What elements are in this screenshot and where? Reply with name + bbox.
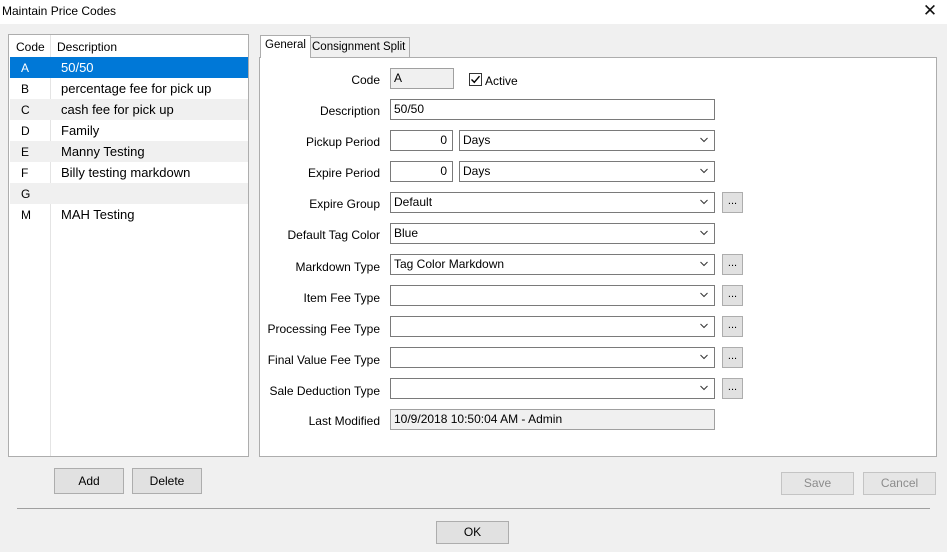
last-modified-label: Last Modified	[308, 414, 380, 428]
list-item-description: Manny Testing	[61, 144, 145, 159]
description-field[interactable]: 50/50	[390, 99, 715, 120]
expire-period-field[interactable]: 0	[390, 161, 453, 182]
checkmark-icon	[471, 75, 481, 84]
list-item-description: percentage fee for pick up	[61, 81, 212, 96]
close-button[interactable]: ✕	[913, 0, 947, 24]
active-label: Active	[485, 74, 518, 88]
pickup-period-unit-value: Days	[463, 133, 491, 147]
list-item[interactable]: E Manny Testing	[10, 141, 248, 162]
chevron-down-icon	[700, 199, 708, 205]
code-field: A	[390, 68, 454, 89]
list-item[interactable]: A 50/50	[10, 57, 248, 78]
list-item-code: M	[21, 208, 31, 222]
title-bar: Maintain Price Codes ✕	[0, 0, 947, 24]
final-value-fee-type-label: Final Value Fee Type	[267, 353, 380, 367]
expire-group-label: Expire Group	[309, 197, 380, 211]
default-tag-color-value: Blue	[394, 226, 419, 240]
default-tag-color-label: Default Tag Color	[287, 228, 381, 242]
list-item-description: Family	[61, 123, 100, 138]
tab-general[interactable]: General	[260, 35, 311, 58]
chevron-down-icon	[700, 261, 708, 267]
column-header-code[interactable]: Code	[16, 40, 45, 54]
last-modified-field: 10/9/2018 10:50:04 AM - Admin	[390, 409, 715, 430]
delete-button[interactable]: Delete	[132, 468, 202, 494]
chevron-down-icon	[700, 137, 708, 143]
chevron-down-icon	[700, 168, 708, 174]
final-value-fee-type-select[interactable]	[390, 347, 715, 368]
list-item[interactable]: C cash fee for pick up	[10, 99, 248, 120]
list-item[interactable]: B percentage fee for pick up	[10, 78, 248, 99]
list-item-code: D	[21, 124, 30, 138]
price-code-list[interactable]: Code Description A 50/50 B percentage fe…	[8, 34, 249, 457]
general-panel: Code A Active Description 50/50 Pickup P…	[259, 57, 937, 457]
column-header-description[interactable]: Description	[57, 40, 117, 54]
expire-period-unit-select[interactable]: Days	[459, 161, 715, 182]
markdown-type-select[interactable]: Tag Color Markdown	[390, 254, 715, 275]
expire-group-browse-button[interactable]: ...	[722, 192, 743, 213]
markdown-type-label: Markdown Type	[295, 260, 381, 274]
add-button[interactable]: Add	[54, 468, 124, 494]
list-item-code: G	[21, 187, 31, 201]
cancel-button[interactable]: Cancel	[863, 472, 936, 495]
footer-divider	[17, 508, 930, 509]
code-label: Code	[351, 73, 380, 87]
tab-consignment-split[interactable]: Consignment Split	[307, 37, 411, 58]
save-button[interactable]: Save	[781, 472, 854, 495]
pickup-period-field[interactable]: 0	[390, 130, 453, 151]
active-checkbox[interactable]	[469, 73, 482, 86]
list-item-description: MAH Testing	[61, 207, 135, 222]
list-item-description: 50/50	[61, 60, 94, 75]
item-fee-type-browse-button[interactable]: ...	[722, 285, 743, 306]
processing-fee-type-browse-button[interactable]: ...	[722, 316, 743, 337]
chevron-down-icon	[700, 354, 708, 360]
markdown-type-browse-button[interactable]: ...	[722, 254, 743, 275]
list-item[interactable]: G	[10, 183, 248, 204]
window-title: Maintain Price Codes	[2, 4, 117, 18]
expire-group-select[interactable]: Default	[390, 192, 715, 213]
close-icon: ✕	[922, 1, 938, 20]
expire-period-unit-value: Days	[463, 164, 491, 178]
sale-deduction-type-label: Sale Deduction Type	[269, 384, 380, 398]
item-fee-type-select[interactable]	[390, 285, 715, 306]
description-label: Description	[319, 104, 380, 118]
list-item[interactable]: F Billy testing markdown	[10, 162, 248, 183]
final-value-fee-type-browse-button[interactable]: ...	[722, 347, 743, 368]
list-item-code: B	[21, 82, 30, 96]
default-tag-color-select[interactable]: Blue	[390, 223, 715, 244]
list-item-description: cash fee for pick up	[61, 102, 174, 117]
expire-group-value: Default	[394, 195, 433, 209]
processing-fee-type-select[interactable]	[390, 316, 715, 337]
markdown-type-value: Tag Color Markdown	[394, 257, 505, 271]
list-item-description: Billy testing markdown	[61, 165, 191, 180]
list-item-code: C	[21, 103, 30, 117]
chevron-down-icon	[700, 385, 708, 391]
item-fee-type-label: Item Fee Type	[303, 291, 380, 305]
sale-deduction-type-browse-button[interactable]: ...	[722, 378, 743, 399]
sale-deduction-type-select[interactable]	[390, 378, 715, 399]
list-item-code: E	[21, 145, 30, 159]
list-item[interactable]: D Family	[10, 120, 248, 141]
processing-fee-type-label: Processing Fee Type	[267, 322, 380, 336]
pickup-period-unit-select[interactable]: Days	[459, 130, 715, 151]
pickup-period-label: Pickup Period	[305, 135, 380, 149]
list-item-code: A	[21, 61, 30, 75]
expire-period-label: Expire Period	[307, 166, 380, 180]
chevron-down-icon	[700, 292, 708, 298]
chevron-down-icon	[700, 230, 708, 236]
list-header: Code Description	[9, 35, 248, 58]
list-item[interactable]: M MAH Testing	[10, 204, 248, 225]
ok-button[interactable]: OK	[436, 521, 509, 544]
chevron-down-icon	[700, 323, 708, 329]
list-item-code: F	[21, 166, 29, 180]
